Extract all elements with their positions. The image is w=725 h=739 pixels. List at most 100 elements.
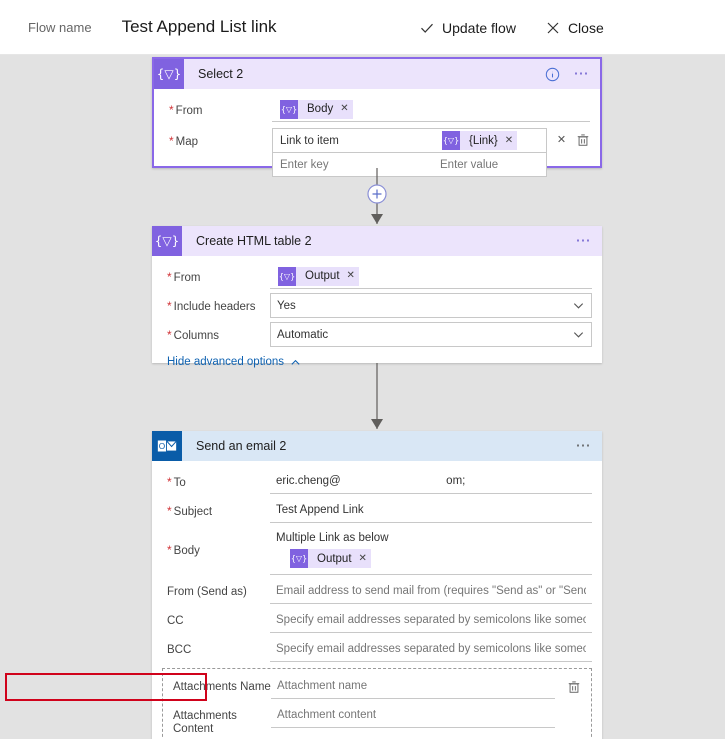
card-header-actions: ⋯ xyxy=(574,226,595,256)
card-send-an-email-2[interactable]: O Send an email 2 ⋯ To eric.cheng@ om; xyxy=(152,431,602,739)
token-chip[interactable]: {▽} Output ✕ xyxy=(290,549,371,568)
token-chip[interactable]: {▽} Body ✕ xyxy=(280,99,353,119)
from-input[interactable]: {▽} Output ✕ xyxy=(270,264,592,289)
card-create-html-table-2[interactable]: {▽} Create HTML table 2 ⋯ From {▽} Outpu… xyxy=(152,226,602,368)
columns-dropdown[interactable]: Automatic xyxy=(270,322,592,347)
field-row-map: Map Link to item {▽} {Link} ✕ xyxy=(164,128,590,177)
map-row[interactable]: Enter key Enter value xyxy=(273,152,546,176)
hide-advanced-options-link[interactable]: Hide advanced options xyxy=(167,356,301,368)
field-control[interactable]: {▽} Output ✕ xyxy=(270,264,592,289)
more-options-icon[interactable]: ⋯ xyxy=(572,66,593,81)
card-body-send-an-email-2: To eric.cheng@ om; Subject Test Append L… xyxy=(152,461,602,739)
hide-advanced-options-label: Hide advanced options xyxy=(167,356,284,368)
token-chip[interactable]: {▽} {Link} ✕ xyxy=(442,131,518,150)
close-icon[interactable]: ✕ xyxy=(555,133,568,146)
field-label: Include headers xyxy=(162,293,270,314)
map-editor[interactable]: Link to item {▽} {Link} ✕ Enter key Ente… xyxy=(272,128,590,177)
trash-icon[interactable] xyxy=(576,133,590,147)
map-key-input[interactable]: Link to item xyxy=(273,135,433,147)
field-row-from-send-as: From (Send as) Email address to send mai… xyxy=(162,579,592,604)
field-control[interactable]: Multiple Link as below {▽} Output ✕ xyxy=(270,527,592,575)
chevron-down-icon xyxy=(572,299,585,312)
from-input[interactable]: {▽} Body ✕ xyxy=(272,97,590,122)
map-row-actions: ✕ xyxy=(547,128,590,151)
close-icon xyxy=(546,21,560,35)
token-remove-icon[interactable]: ✕ xyxy=(347,271,355,281)
subject-input[interactable]: Test Append Link xyxy=(270,498,592,523)
close-label: Close xyxy=(567,19,604,36)
update-flow-button[interactable]: Update flow xyxy=(420,20,516,36)
from-send-as-input[interactable]: Email address to send mail from (require… xyxy=(270,579,592,604)
field-row-cc: CC Specify email addresses separated by … xyxy=(162,608,592,633)
token-remove-icon[interactable]: ✕ xyxy=(340,104,348,114)
card-title: Select 2 xyxy=(198,67,244,81)
field-label: CC xyxy=(167,615,184,627)
card-header-create-html-table-2[interactable]: {▽} Create HTML table 2 ⋯ xyxy=(152,226,602,256)
card-title: Send an email 2 xyxy=(196,439,287,453)
dropdown-value: Automatic xyxy=(277,328,329,341)
field-control[interactable]: Automatic xyxy=(270,322,592,347)
close-button[interactable]: Close xyxy=(546,20,604,36)
dynamic-content-icon: {▽} xyxy=(290,549,308,568)
card-header-send-an-email-2[interactable]: O Send an email 2 ⋯ xyxy=(152,431,602,461)
field-label: From xyxy=(162,264,270,285)
plus-circle-icon[interactable] xyxy=(367,184,387,204)
card-select-2[interactable]: {▽} Select 2 ⋯ From {▽} Body ✕ xyxy=(152,57,602,177)
token-chip[interactable]: {▽} Output ✕ xyxy=(278,266,359,286)
map-value-input[interactable]: {▽} {Link} ✕ xyxy=(433,131,546,150)
token-remove-icon[interactable]: ✕ xyxy=(505,135,513,146)
field-control[interactable]: Link to item {▽} {Link} ✕ Enter key Ente… xyxy=(272,128,590,177)
token-label: Output xyxy=(305,270,340,282)
from-send-as-placeholder: Email address to send mail from (require… xyxy=(276,585,586,597)
field-control[interactable]: eric.cheng@ om; xyxy=(270,469,592,494)
token-label: Output xyxy=(317,552,352,565)
map-row[interactable]: Link to item {▽} {Link} ✕ xyxy=(273,129,546,152)
field-control[interactable]: {▽} Body ✕ xyxy=(272,97,590,122)
field-control[interactable]: Attachment name xyxy=(271,674,585,699)
field-row-bcc: BCC Specify email addresses separated by… xyxy=(162,637,592,662)
dynamic-content-icon: {▽} xyxy=(280,99,298,119)
to-input[interactable]: eric.cheng@ om; xyxy=(270,469,592,494)
field-control[interactable]: Specify email addresses separated by sem… xyxy=(270,637,592,662)
field-label: From (Send as) xyxy=(167,586,247,598)
attachment-name-input[interactable]: Attachment name xyxy=(271,674,555,699)
bcc-input[interactable]: Specify email addresses separated by sem… xyxy=(270,637,592,662)
field-label: BCC xyxy=(167,644,192,656)
field-row-columns: Columns Automatic xyxy=(162,322,592,347)
more-options-icon[interactable]: ⋯ xyxy=(574,233,595,248)
field-control[interactable]: Yes xyxy=(270,293,592,318)
map-grid[interactable]: Link to item {▽} {Link} ✕ Enter key Ente… xyxy=(272,128,547,177)
card-header-select-2[interactable]: {▽} Select 2 ⋯ xyxy=(154,59,600,89)
token-label: {Link} xyxy=(469,134,498,147)
card-header-actions: ⋯ xyxy=(545,59,593,89)
command-bar-actions: Update flow Close xyxy=(420,0,604,55)
dynamic-content-icon: {▽} xyxy=(442,131,460,150)
map-key-input[interactable]: Enter key xyxy=(273,159,433,171)
field-control[interactable]: Email address to send mail from (require… xyxy=(270,579,592,604)
svg-text:O: O xyxy=(159,442,166,451)
field-control[interactable]: Attachment content xyxy=(271,703,585,728)
cc-input[interactable]: Specify email addresses separated by sem… xyxy=(270,608,592,633)
map-value-input[interactable]: Enter value xyxy=(433,159,546,171)
field-label: From xyxy=(164,97,272,118)
body-input[interactable]: Multiple Link as below {▽} Output ✕ xyxy=(270,527,592,575)
check-icon xyxy=(420,21,434,35)
field-label: To xyxy=(162,469,270,490)
field-control[interactable]: Test Append Link xyxy=(270,498,592,523)
attachment-content-input[interactable]: Attachment content xyxy=(271,703,555,728)
include-headers-dropdown[interactable]: Yes xyxy=(270,293,592,318)
more-options-icon[interactable]: ⋯ xyxy=(574,438,595,453)
trash-icon[interactable] xyxy=(567,680,581,694)
bcc-placeholder: Specify email addresses separated by sem… xyxy=(276,643,586,655)
token-remove-icon[interactable]: ✕ xyxy=(359,553,367,564)
chevron-up-icon xyxy=(290,357,301,368)
subject-value: Test Append Link xyxy=(276,504,364,516)
field-row-from: From {▽} Body ✕ xyxy=(164,97,590,122)
attachment-content-placeholder: Attachment content xyxy=(277,709,377,721)
field-row-subject: Subject Test Append Link xyxy=(162,498,592,523)
info-icon[interactable] xyxy=(545,67,560,82)
attachment-name-placeholder: Attachment name xyxy=(277,680,368,692)
field-control[interactable]: Specify email addresses separated by sem… xyxy=(270,608,592,633)
body-text-line: Multiple Link as below xyxy=(276,532,389,544)
flow-canvas[interactable]: {▽} Select 2 ⋯ From {▽} Body ✕ xyxy=(0,55,725,739)
